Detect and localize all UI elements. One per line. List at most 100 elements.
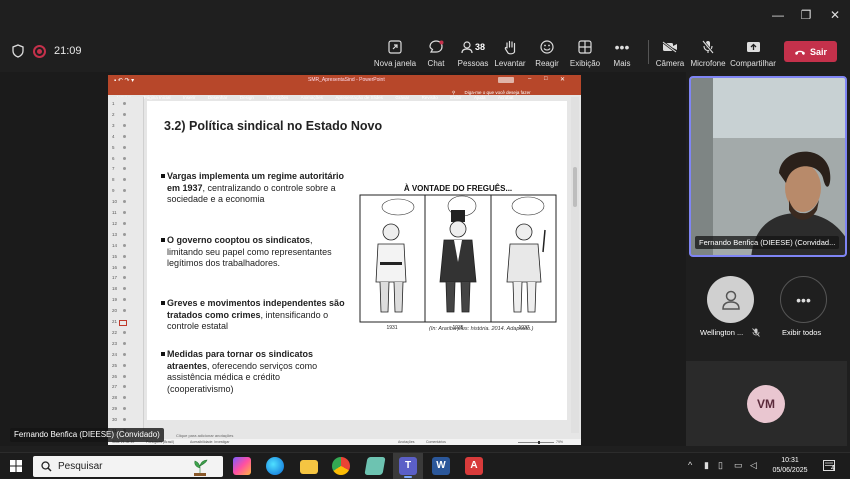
ruler-tick[interactable] bbox=[123, 243, 126, 247]
recording-icon bbox=[33, 45, 46, 58]
ribbon-tab[interactable]: Inserir bbox=[183, 95, 196, 100]
ruler-number: 27 bbox=[112, 384, 118, 390]
ppt-maximize-icon[interactable]: □ bbox=[544, 76, 548, 82]
cartoon-caption: (In: Arariba plus: história. 2014. Adapt… bbox=[429, 326, 534, 332]
ribbon-tab[interactable]: Animações bbox=[301, 95, 323, 100]
view-all-label: Exibir todos bbox=[782, 328, 822, 337]
zoom-slider[interactable] bbox=[518, 441, 554, 444]
meeting-toolbar: 21:09 Nova janela Chat 38 Pessoas Levant… bbox=[0, 32, 850, 72]
slide-bullet: O governo cooptou os sindicatos, limitan… bbox=[161, 235, 347, 270]
participant-initials-avatar: VM bbox=[747, 385, 785, 423]
ribbon-tab[interactable]: Apresentação de Slides bbox=[335, 95, 383, 100]
more-button[interactable]: ••• Mais bbox=[595, 38, 649, 68]
ruler-tick[interactable] bbox=[123, 330, 126, 334]
ribbon-tab[interactable]: Revisão bbox=[422, 95, 438, 100]
display-icon[interactable]: ▭ bbox=[734, 460, 743, 471]
plant-icon bbox=[194, 459, 208, 476]
chrome-icon[interactable] bbox=[332, 457, 350, 475]
window-titlebar: — ❐ ✕ bbox=[0, 0, 850, 32]
ribbon-tab[interactable]: Design bbox=[240, 95, 254, 100]
ruler-tick[interactable] bbox=[123, 407, 126, 411]
status-comments[interactable]: Comentários bbox=[426, 440, 446, 444]
usb-icon[interactable]: ▮ bbox=[704, 460, 709, 471]
ppt-close-icon[interactable]: ✕ bbox=[560, 76, 565, 83]
volume-icon[interactable]: ◁ bbox=[750, 460, 757, 471]
ribbon-tab[interactable]: Gravar bbox=[395, 95, 409, 100]
ruler-tick[interactable] bbox=[123, 211, 126, 214]
ruler-tick[interactable] bbox=[123, 167, 126, 171]
teams-icon[interactable]: T bbox=[399, 457, 417, 475]
ruler-tick[interactable] bbox=[123, 189, 126, 193]
ribbon-tab[interactable]: Desenhar bbox=[208, 95, 228, 100]
ruler-tick[interactable] bbox=[123, 134, 126, 138]
taskbar-search[interactable]: Pesquisar bbox=[33, 456, 223, 477]
ruler-tick[interactable] bbox=[123, 418, 126, 422]
ruler-tick[interactable] bbox=[123, 232, 126, 236]
ruler-tick[interactable] bbox=[123, 221, 126, 225]
slide-scrollbar[interactable] bbox=[571, 97, 579, 433]
powerpoint-titlebar: ▪ ↶ ↷ ▾ SMR_ApresentaSind - PowerPoint –… bbox=[108, 75, 581, 86]
status-accessibility[interactable]: Acessibilidade: Investigar bbox=[190, 440, 230, 444]
leave-button[interactable]: Sair bbox=[784, 41, 837, 62]
ruler-tick[interactable] bbox=[123, 102, 126, 105]
ruler-tick[interactable] bbox=[123, 156, 126, 160]
ruler-tick[interactable] bbox=[123, 178, 126, 182]
powerpoint-window: ▪ ↶ ↷ ▾ SMR_ApresentaSind - PowerPoint –… bbox=[108, 75, 581, 445]
signin-button[interactable] bbox=[498, 77, 514, 83]
ruler-tick[interactable] bbox=[123, 363, 126, 367]
status-zoom[interactable]: 79% bbox=[556, 440, 563, 444]
ruler-tick[interactable] bbox=[123, 276, 126, 280]
person-icon bbox=[721, 290, 740, 310]
copilot-icon[interactable] bbox=[233, 457, 251, 475]
ruler-tick[interactable] bbox=[123, 309, 126, 313]
language-icon[interactable]: ▯ bbox=[718, 460, 723, 471]
maximize-button[interactable]: ❐ bbox=[796, 8, 816, 22]
chevron-up-icon[interactable]: ^ bbox=[688, 460, 692, 470]
edge-icon[interactable] bbox=[266, 457, 284, 475]
participant-avatar[interactable] bbox=[707, 276, 754, 323]
share-button[interactable]: Compartilhar bbox=[726, 38, 780, 68]
ruler-tick[interactable] bbox=[123, 352, 126, 356]
minimize-button[interactable]: — bbox=[768, 8, 788, 22]
ruler-tick[interactable] bbox=[123, 287, 126, 291]
ruler-tick[interactable] bbox=[123, 265, 126, 269]
powerpoint-statusbar: Slide 21 de 49 Português (Brasil) Acessi… bbox=[108, 439, 581, 445]
editor-app-icon[interactable] bbox=[364, 457, 386, 475]
ruler-tick[interactable] bbox=[123, 112, 126, 116]
status-notes[interactable]: Anotações bbox=[398, 440, 415, 444]
participant-video[interactable]: Fernando Benfica (DIEESE) (Convidad... bbox=[689, 76, 847, 257]
ruler-tick[interactable] bbox=[123, 385, 126, 389]
ribbon-tab[interactable]: Página Inicial bbox=[144, 95, 171, 100]
slide-bullet: Medidas para tornar os sindicatos atraen… bbox=[161, 349, 347, 395]
windows-start-icon[interactable] bbox=[10, 460, 22, 472]
ruler-number: 17 bbox=[112, 275, 118, 281]
slide-thumbnail-ruler: 1 2 3 4 5 6 7 8 9 10 11 12 13 14 15 16 17 18 19 20 21 22 23 24 2… bbox=[108, 97, 144, 441]
system-clock[interactable]: 10:31 05/06/2025 bbox=[765, 456, 815, 476]
word-icon[interactable]: W bbox=[432, 457, 450, 475]
file-explorer-icon[interactable] bbox=[300, 460, 318, 474]
ruler-number: 10 bbox=[112, 199, 118, 205]
ruler-tick[interactable] bbox=[123, 341, 126, 345]
view-all-button[interactable]: ••• bbox=[780, 276, 827, 323]
ruler-number: 21 bbox=[112, 319, 118, 324]
quick-access-icons[interactable]: ▪ ↶ ↷ ▾ bbox=[114, 77, 134, 84]
ruler-tick[interactable] bbox=[123, 254, 126, 258]
ruler-tick[interactable] bbox=[123, 374, 126, 378]
ppt-minimize-icon[interactable]: – bbox=[528, 76, 531, 82]
ruler-number: 18 bbox=[112, 286, 118, 292]
ruler-number: 2 bbox=[112, 111, 115, 117]
tell-me-search[interactable]: ⚲ Diga-me o que você deseja fazer bbox=[452, 88, 531, 96]
ruler-tick[interactable] bbox=[123, 145, 126, 149]
notification-count: 4 bbox=[831, 465, 835, 472]
ruler-tick[interactable] bbox=[123, 200, 126, 204]
presenter-name-tag: Fernando Benfica (DIEESE) (Convidado) bbox=[10, 428, 164, 442]
ruler-number: 14 bbox=[112, 242, 118, 248]
ruler-tick[interactable] bbox=[123, 396, 126, 400]
current-slide-marker[interactable] bbox=[119, 320, 127, 326]
ruler-tick[interactable] bbox=[123, 298, 126, 302]
ribbon-tab[interactable]: Transições bbox=[266, 95, 288, 100]
ruler-number: 13 bbox=[112, 231, 118, 237]
close-button[interactable]: ✕ bbox=[825, 8, 845, 22]
acrobat-icon[interactable]: A bbox=[465, 457, 483, 475]
ruler-tick[interactable] bbox=[123, 123, 126, 127]
